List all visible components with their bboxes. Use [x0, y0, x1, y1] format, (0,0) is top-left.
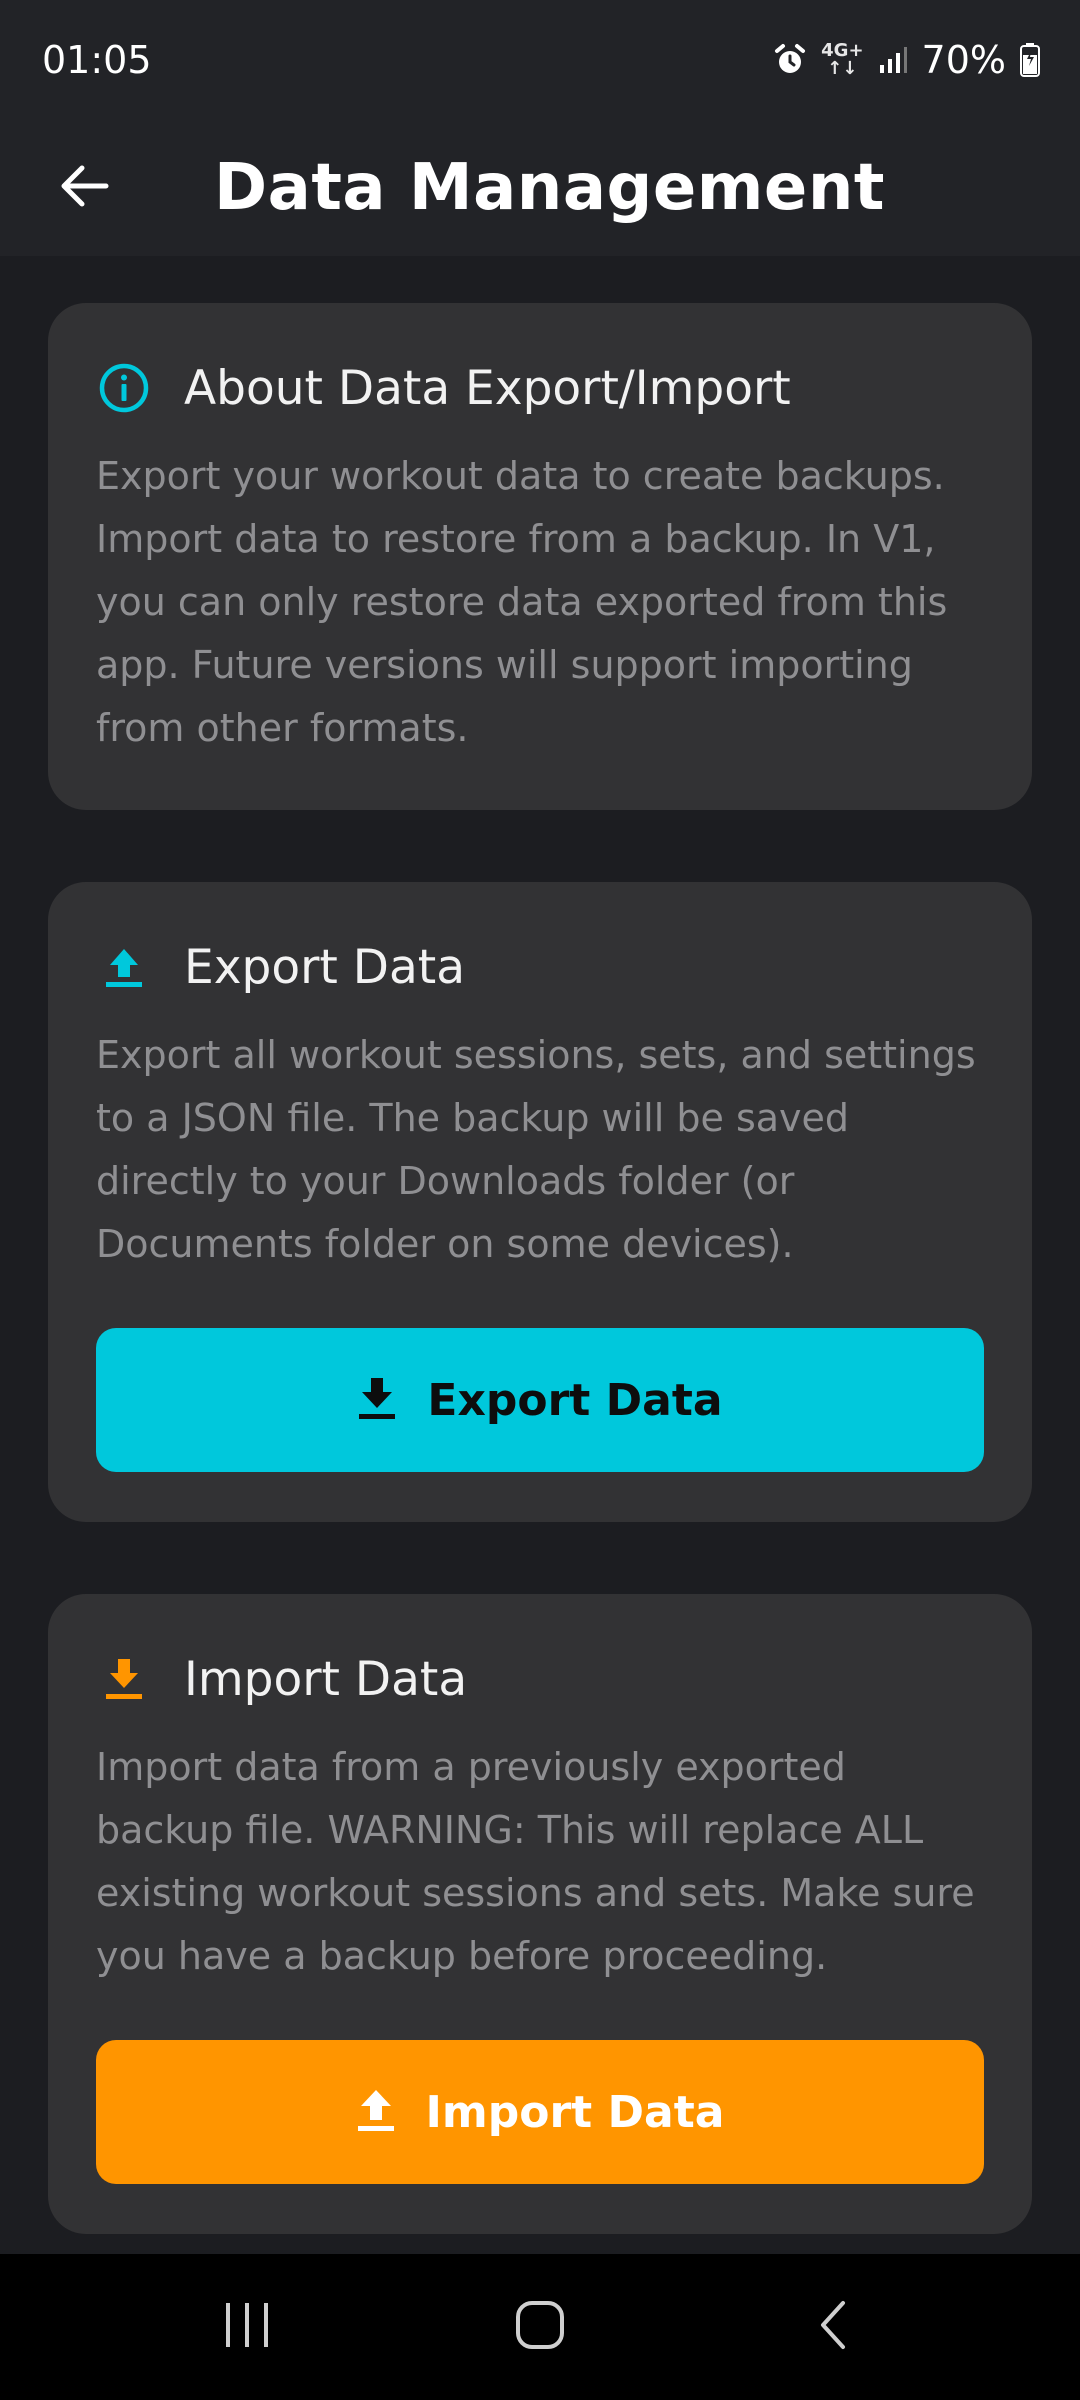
about-card-title: About Data Export/Import [184, 360, 791, 416]
info-icon [96, 360, 152, 416]
export-card-header: Export Data [96, 932, 984, 1002]
import-card-header: Import Data [96, 1644, 984, 1714]
battery-percent: 70% [921, 38, 1006, 82]
export-card: Export Data Export all workout sessions,… [48, 882, 1032, 1522]
home-icon [514, 2299, 566, 2355]
export-card-title: Export Data [184, 939, 466, 995]
battery-icon [1020, 43, 1040, 77]
status-time: 01:05 [42, 38, 152, 82]
recent-apps-button[interactable] [177, 2277, 317, 2377]
recent-apps-icon [222, 2301, 272, 2353]
import-data-button[interactable]: Import Data [96, 2040, 984, 2184]
signal-icon [878, 45, 908, 75]
import-card: Import Data Import data from a previousl… [48, 1594, 1032, 2234]
app-bar: Data Management [0, 120, 1080, 256]
import-button-label: Import Data [425, 2086, 725, 2138]
main-content: About Data Export/Import Export your wor… [48, 303, 1032, 2306]
export-data-button[interactable]: Export Data [96, 1328, 984, 1472]
chevron-left-icon [813, 2299, 853, 2355]
export-button-label: Export Data [427, 1374, 723, 1426]
status-bar: 01:05 4G+ ↑↓ 70% [0, 0, 1080, 120]
export-card-description: Export all workout sessions, sets, and s… [96, 1033, 976, 1266]
page-title: Data Management [214, 151, 885, 225]
import-card-title: Import Data [184, 1651, 468, 1707]
home-button[interactable] [470, 2277, 610, 2377]
status-icons: 4G+ ↑↓ 70% [773, 38, 1040, 82]
about-card-header: About Data Export/Import [96, 353, 984, 423]
upload-icon [356, 2088, 396, 2136]
system-back-button[interactable] [763, 2277, 903, 2377]
network-type-indicator: 4G+ ↑↓ [821, 40, 864, 79]
alarm-icon [773, 43, 807, 77]
about-card: About Data Export/Import Export your wor… [48, 303, 1032, 810]
import-card-description: Import data from a previously exported b… [96, 1745, 975, 1978]
arrow-left-icon [56, 158, 112, 218]
system-nav-bar [0, 2254, 1080, 2400]
upload-icon [96, 939, 152, 995]
download-icon [357, 1376, 397, 1424]
about-card-description: Export your workout data to create backu… [96, 454, 948, 750]
download-icon [96, 1651, 152, 1707]
back-button[interactable] [34, 138, 134, 238]
